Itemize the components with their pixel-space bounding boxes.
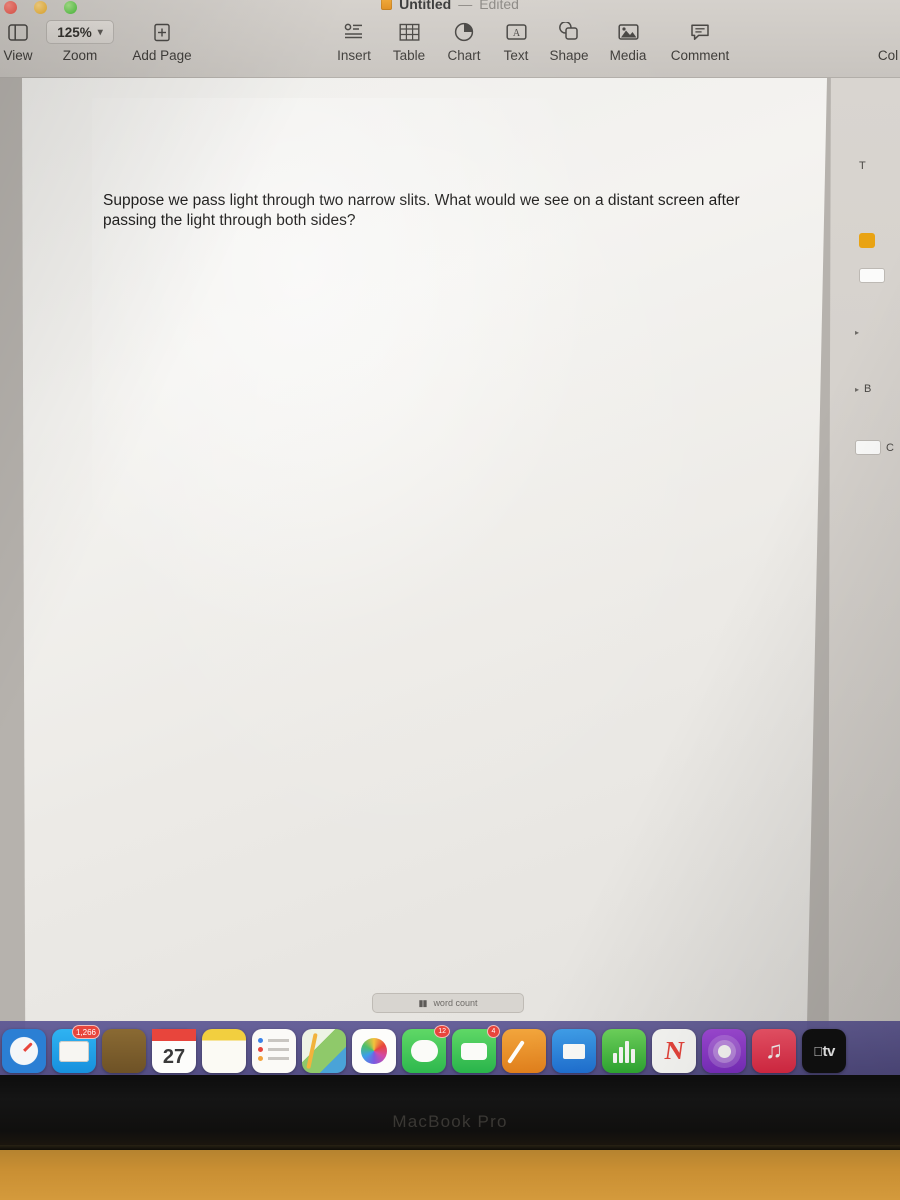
sidebar-panel-icon [8, 18, 28, 46]
text-box-icon: A [505, 18, 527, 46]
dock-item-reminders[interactable] [252, 1029, 296, 1073]
toolbar-button-view[interactable]: View [0, 18, 50, 63]
toolbar-button-shape[interactable]: Shape [537, 18, 601, 63]
insert-list-icon [344, 18, 364, 46]
dock-item-mail[interactable]: 1,266 [52, 1025, 100, 1073]
dock-item-apple-tv[interactable]: tv [802, 1029, 846, 1073]
macbook-screen: Untitled — Edited View 125% ▾ Zoom Add P… [0, 0, 900, 1080]
sidebar-row-bullets[interactable]: ▸ B [855, 383, 871, 395]
macbook-pro-label: MacBook Pro [392, 1112, 508, 1131]
toolbar-label-view: View [3, 48, 33, 63]
apple-tv-label: tv [817, 1042, 835, 1060]
dock-item-facetime[interactable]: 4 [452, 1025, 500, 1073]
calendar-date: 27 [162, 1045, 186, 1068]
dock-item-contacts[interactable] [102, 1029, 146, 1073]
calendar-month-bar [152, 1029, 196, 1041]
title-separator: — [458, 0, 473, 12]
desk-surface [0, 1150, 900, 1200]
toolbar-button-comment[interactable]: Comment [668, 18, 732, 63]
dock-item-photos[interactable] [352, 1029, 396, 1073]
sidebar-row-spacing[interactable]: ▸ [855, 328, 864, 337]
page-title: Untitled [399, 0, 452, 12]
sidebar-label-columns: C [886, 441, 894, 454]
sidebar-row-text-header: T [859, 160, 866, 172]
sidebar-row-field[interactable] [859, 268, 885, 283]
toolbar-label-comment: Comment [670, 48, 730, 63]
sidebar-row-columns[interactable]: C [855, 440, 894, 455]
grip-icon: ▮▮ [418, 997, 428, 1008]
dock-item-podcasts[interactable] [702, 1029, 746, 1073]
pie-chart-icon [454, 18, 474, 46]
dock-item-pages[interactable] [502, 1029, 546, 1073]
toolbar-label-table: Table [392, 48, 426, 63]
disclosure-triangle-icon[interactable]: ▸ [855, 328, 859, 337]
dock-item-numbers[interactable] [602, 1029, 646, 1073]
format-sidebar[interactable]: T ▸ ▸ B C [828, 78, 900, 1030]
laptop-photo: Untitled — Edited View 125% ▾ Zoom Add P… [0, 0, 900, 1200]
toolbar-button-collaborate[interactable]: Col [856, 18, 900, 63]
dock-item-keynote[interactable] [552, 1029, 596, 1073]
toolbar-button-zoom[interactable]: 125% ▾ Zoom [46, 18, 114, 63]
pages-document-icon [381, 0, 393, 10]
columns-input[interactable] [855, 440, 881, 455]
dock-item-maps[interactable] [302, 1029, 346, 1073]
toolbar-label-insert: Insert [337, 48, 371, 63]
photo-icon [617, 18, 639, 46]
pages-window: Untitled — Edited View 125% ▾ Zoom Add P… [0, 0, 900, 1030]
disclosure-triangle-icon-2[interactable]: ▸ [855, 385, 859, 394]
shapes-icon [558, 18, 580, 46]
pages-toolbar: Untitled — Edited View 125% ▾ Zoom Add P… [0, 0, 900, 78]
mail-badge: 1,266 [71, 1025, 100, 1039]
toolbar-label-text: Text [503, 48, 529, 63]
zoom-value: 125% [57, 24, 92, 40]
toolbar-label-shape: Shape [549, 48, 589, 63]
sidebar-row-color[interactable] [859, 233, 875, 248]
dock-item-messages[interactable]: 12 [402, 1025, 450, 1073]
zoom-select[interactable]: 125% ▾ [46, 20, 114, 44]
text-input-field[interactable] [859, 268, 885, 283]
color-swatch[interactable] [859, 233, 875, 248]
dock-item-music[interactable] [752, 1029, 796, 1073]
sidebar-label-bullets: B [864, 383, 872, 395]
plus-box-icon [153, 18, 171, 46]
edited-status: Edited [479, 0, 519, 12]
toolbar-button-media[interactable]: Media [596, 18, 660, 63]
word-count-pill[interactable]: ▮▮ word count [372, 993, 524, 1013]
toolbar-label-media: Media [609, 48, 647, 63]
toolbar-label-chart: Chart [447, 48, 481, 63]
sidebar-label-text: T [859, 160, 866, 172]
dock-item-news[interactable] [652, 1029, 696, 1073]
dock-item-calendar[interactable]: 27 [152, 1029, 196, 1073]
table-grid-icon [399, 18, 420, 46]
messages-badge: 12 [434, 1025, 450, 1038]
chevron-down-icon: ▾ [97, 26, 103, 38]
dock-item-safari[interactable] [2, 1029, 46, 1073]
svg-text:A: A [512, 28, 520, 39]
dock-item-notes[interactable] [202, 1029, 246, 1073]
toolbar-button-add-page[interactable]: Add Page [130, 18, 194, 63]
dock[interactable]: 1,266 27 12 4 N ♫ tv [0, 1021, 900, 1080]
toolbar-label-add-page: Add Page [132, 48, 192, 63]
word-count-label: word count [433, 998, 478, 1008]
document-body-text[interactable]: Suppose we pass light through two narrow… [103, 191, 793, 230]
toolbar-label-zoom: Zoom [62, 48, 98, 63]
document-canvas[interactable]: Suppose we pass light through two narrow… [0, 78, 900, 1030]
toolbar-label-collaborate: Col [877, 48, 899, 63]
facetime-badge: 4 [487, 1025, 500, 1038]
comment-bubble-icon [690, 18, 710, 46]
window-title-bar: Untitled — Edited [0, 0, 900, 14]
screen-glare [92, 98, 612, 658]
